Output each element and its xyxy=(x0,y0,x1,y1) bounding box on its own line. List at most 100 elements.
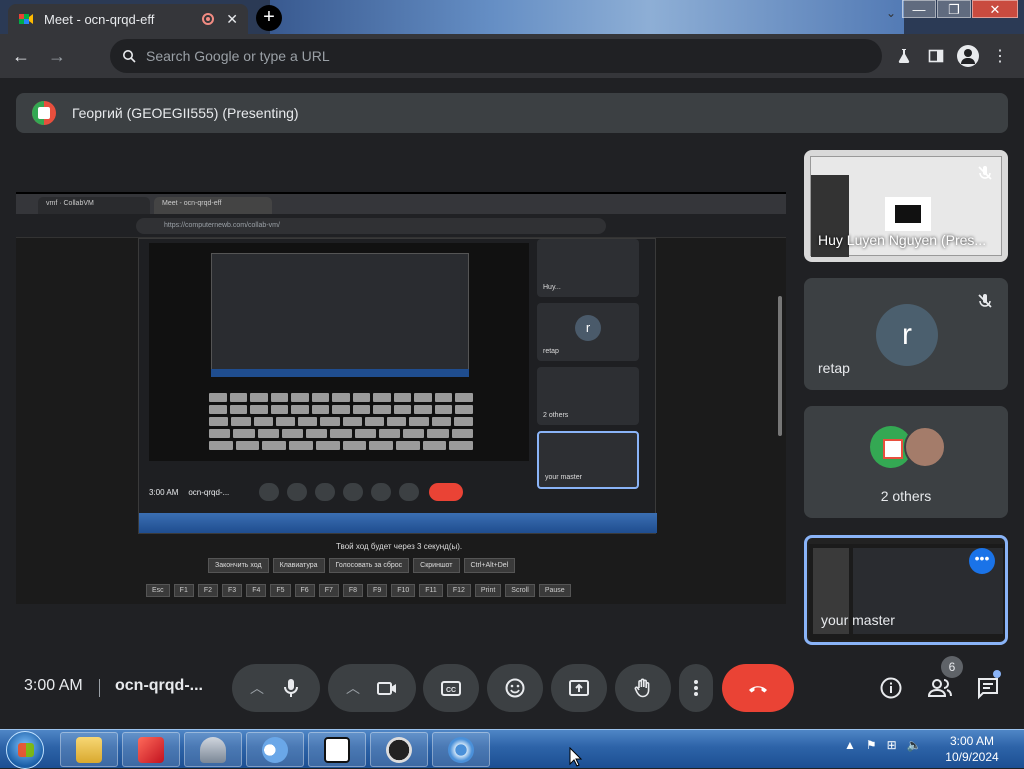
tab-close-icon[interactable]: ✕ xyxy=(226,11,238,28)
people-count-badge: 6 xyxy=(941,656,963,678)
raise-hand-button[interactable] xyxy=(615,664,671,712)
present-screen-icon xyxy=(569,680,589,696)
eyes-taskbar-button[interactable] xyxy=(246,732,304,767)
more-options-button[interactable] xyxy=(679,664,713,712)
nested-keyboard xyxy=(209,393,474,453)
nested-tile: 2 others xyxy=(537,367,639,425)
obs-taskbar-button[interactable] xyxy=(370,732,428,767)
chess-pieces-icon xyxy=(200,736,226,763)
close-window-button[interactable]: ✕ xyxy=(972,0,1018,18)
people-button[interactable] xyxy=(927,675,953,701)
info-icon xyxy=(880,677,902,699)
shared-browser-toolbar: https://computernewb.com/collab-vm/ xyxy=(16,214,786,238)
system-tray: ▲ ⚑ ⊞ 🔈 xyxy=(844,738,922,752)
video-options-chevron-icon[interactable]: ︿ xyxy=(346,678,360,698)
participant-tile-retap[interactable]: r retap xyxy=(804,278,1008,390)
audio-options-chevron-icon[interactable]: ︿ xyxy=(250,678,264,698)
emoji-icon xyxy=(505,678,525,698)
camera-icon xyxy=(377,682,396,695)
windows-start-icon[interactable] xyxy=(6,731,44,769)
participant-tile-self[interactable]: ••• your master xyxy=(804,535,1008,645)
shared-tab-collabvm: vmf · CollabVM xyxy=(38,197,150,214)
taskbar-clock[interactable]: 3:00 AM 10/9/2024 xyxy=(930,733,1014,765)
volume-icon[interactable]: 🔈 xyxy=(907,738,922,752)
browser-toolbar: ← → Search Google or type a URL ⋮ xyxy=(0,34,1024,78)
labs-flask-icon[interactable] xyxy=(890,42,918,70)
vm-key: F12 xyxy=(446,584,471,597)
shared-browser-tabs: vmf · CollabVM Meet - ocn-qrqd-eff xyxy=(16,194,786,214)
nested-screenshot xyxy=(211,253,469,377)
emoji-reaction-button[interactable] xyxy=(487,664,543,712)
browser-tab-meet[interactable]: Meet - ocn-qrqd-eff ✕ xyxy=(8,4,248,34)
eyes-icon xyxy=(262,736,288,763)
nested-present-button xyxy=(371,483,392,501)
desktop-glass xyxy=(270,0,904,34)
chat-button[interactable] xyxy=(975,675,1001,701)
vm-action-button: Закончить ход xyxy=(208,558,269,573)
show-hidden-icons-icon[interactable]: ▲ xyxy=(844,738,856,752)
network-icon[interactable]: ⊞ xyxy=(887,738,897,752)
shared-screen: vmf · CollabVM Meet - ocn-qrqd-eff https… xyxy=(16,192,786,604)
vm-key: Scroll xyxy=(505,584,535,597)
chrome-taskbar-button[interactable] xyxy=(432,732,490,767)
vm-key: F11 xyxy=(419,584,443,597)
hang-up-icon xyxy=(749,686,767,693)
more-menu-icon[interactable]: ⋮ xyxy=(986,42,1014,70)
vm-key: F9 xyxy=(367,584,388,597)
meet-favicon-icon xyxy=(19,14,33,24)
mic-muted-icon xyxy=(978,166,992,180)
nested-captions-button xyxy=(315,483,336,501)
vm-action-button: Клавиатура xyxy=(272,558,325,573)
toolbar-actions: ⋮ xyxy=(886,42,1014,70)
nested-end-call-button xyxy=(429,483,464,501)
nested-shared-screen xyxy=(149,243,529,461)
7zip-taskbar-button[interactable] xyxy=(308,732,366,767)
turn-status-text: Твой ход будет через 3 секунд(ы). xyxy=(336,542,463,551)
tab-search-chevron-icon[interactable]: ⌄ xyxy=(886,6,896,20)
minimize-button[interactable]: — xyxy=(902,0,936,18)
flag-icon[interactable]: ⚑ xyxy=(866,738,877,752)
participant-name: 2 others xyxy=(880,488,932,504)
meeting-code: ocn-qrqd-... xyxy=(115,677,203,694)
participant-avatar xyxy=(904,426,946,468)
present-screen-button[interactable] xyxy=(551,664,607,712)
maximize-button[interactable]: ❐ xyxy=(937,0,971,18)
vm-key: Pause xyxy=(538,584,571,597)
address-bar[interactable]: Search Google or type a URL xyxy=(110,39,882,73)
mail-envelope-icon xyxy=(885,197,931,231)
vm-key: F1 xyxy=(173,584,194,597)
nested-code: ocn-qrqd-... xyxy=(188,487,230,497)
explorer-taskbar-button[interactable] xyxy=(60,732,118,767)
leave-call-button[interactable] xyxy=(722,664,794,712)
participant-name: Huy Luyen Nguyen (Pres... xyxy=(818,232,987,248)
people-icon xyxy=(927,679,952,697)
microphone-button[interactable]: ︿ xyxy=(232,664,320,712)
nested-participant-tiles: Huy... r retap 2 others your master xyxy=(537,239,643,495)
side-panel-icon[interactable] xyxy=(922,42,950,70)
vm-action-button: Скриншот xyxy=(413,558,460,573)
participant-tile-others[interactable]: 2 others xyxy=(804,406,1008,518)
meeting-details-button[interactable] xyxy=(878,675,904,701)
camera-button[interactable]: ︿ xyxy=(328,664,416,712)
new-tab-button[interactable]: + xyxy=(256,5,282,31)
window-controls: — ❐ ✕ xyxy=(901,0,1018,18)
forward-arrow-icon[interactable]: → xyxy=(42,41,72,71)
nested-tile-label: Huy... xyxy=(543,284,561,291)
presenter-name: Георгий (GEOEGII555) (Presenting) xyxy=(72,105,299,121)
folder-icon xyxy=(76,736,102,763)
profile-avatar-icon[interactable] xyxy=(954,42,982,70)
nested-hand-button xyxy=(399,483,420,501)
meeting-info-divider xyxy=(99,679,100,697)
tile-more-options-icon[interactable]: ••• xyxy=(969,548,995,574)
vm-key: F4 xyxy=(246,584,267,597)
raise-hand-icon xyxy=(634,678,650,698)
tab-title: Meet - ocn-qrqd-eff xyxy=(44,11,155,27)
participant-tile-huy[interactable]: Huy Luyen Nguyen (Pres... xyxy=(804,150,1008,262)
nested-taskbar xyxy=(211,369,469,377)
back-arrow-icon[interactable]: ← xyxy=(6,41,36,71)
captions-button[interactable]: CC xyxy=(423,664,479,712)
app-taskbar-button[interactable] xyxy=(122,732,180,767)
nested-avatar: r xyxy=(575,315,601,341)
chess-taskbar-button[interactable] xyxy=(184,732,242,767)
nested-emoji-button xyxy=(343,483,364,501)
